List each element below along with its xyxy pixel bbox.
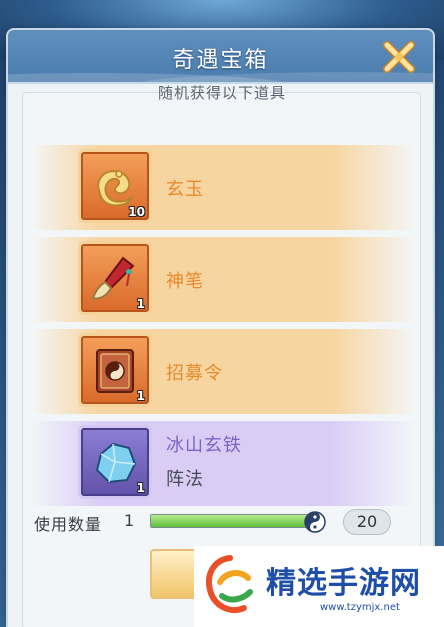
brush-icon [91, 256, 135, 300]
slider-handle[interactable] [304, 511, 326, 533]
item-slot[interactable]: 1 [78, 241, 152, 315]
item-name: 冰山玄铁 [166, 435, 242, 456]
yin-yang-icon [304, 511, 326, 533]
ice-iron-icon [95, 442, 137, 484]
use-quantity-value: 1 [124, 511, 135, 530]
watermark: 精选手游网 www.tzymjx.net [194, 546, 444, 627]
item-name: 玄玉 [166, 179, 204, 200]
item-slot[interactable]: 1 [78, 333, 152, 407]
dialog-title: 奇遇宝箱 [172, 48, 269, 73]
reward-item-row: 1 冰山玄铁 阵法 [30, 421, 417, 506]
site-logo-icon [206, 555, 253, 613]
reward-item-row: 10 玄玉 [30, 145, 417, 230]
slider-fill [151, 515, 319, 527]
max-quantity-box[interactable]: 20 [343, 509, 391, 535]
confirm-button[interactable] [150, 549, 200, 599]
close-icon [383, 41, 415, 73]
item-slot[interactable]: 10 [78, 149, 152, 223]
background-right-edge [432, 60, 444, 627]
item-quantity: 1 [136, 297, 145, 311]
dialog-header: 奇遇宝箱 [8, 30, 433, 84]
item-name: 神笔 [166, 271, 204, 292]
item-quantity: 1 [136, 481, 145, 495]
quantity-slider[interactable] [150, 514, 320, 528]
reward-item-row: 1 神笔 [30, 237, 417, 322]
recruit-book-icon [96, 349, 134, 393]
use-quantity-label: 使用数量 [34, 515, 103, 534]
item-category: 阵法 [166, 469, 204, 490]
reward-item-row: 1 招募令 [30, 329, 417, 414]
item-quantity: 1 [136, 389, 145, 403]
dialog-subtitle: 随机获得以下道具 [157, 84, 286, 102]
item-name: 招募令 [166, 363, 223, 384]
item-slot[interactable]: 1 [78, 425, 152, 499]
watermark-url: www.tzymjx.net [320, 602, 400, 613]
item-quantity: 10 [128, 205, 145, 219]
close-button[interactable] [380, 38, 418, 76]
watermark-text: 精选手游网 [266, 566, 421, 601]
